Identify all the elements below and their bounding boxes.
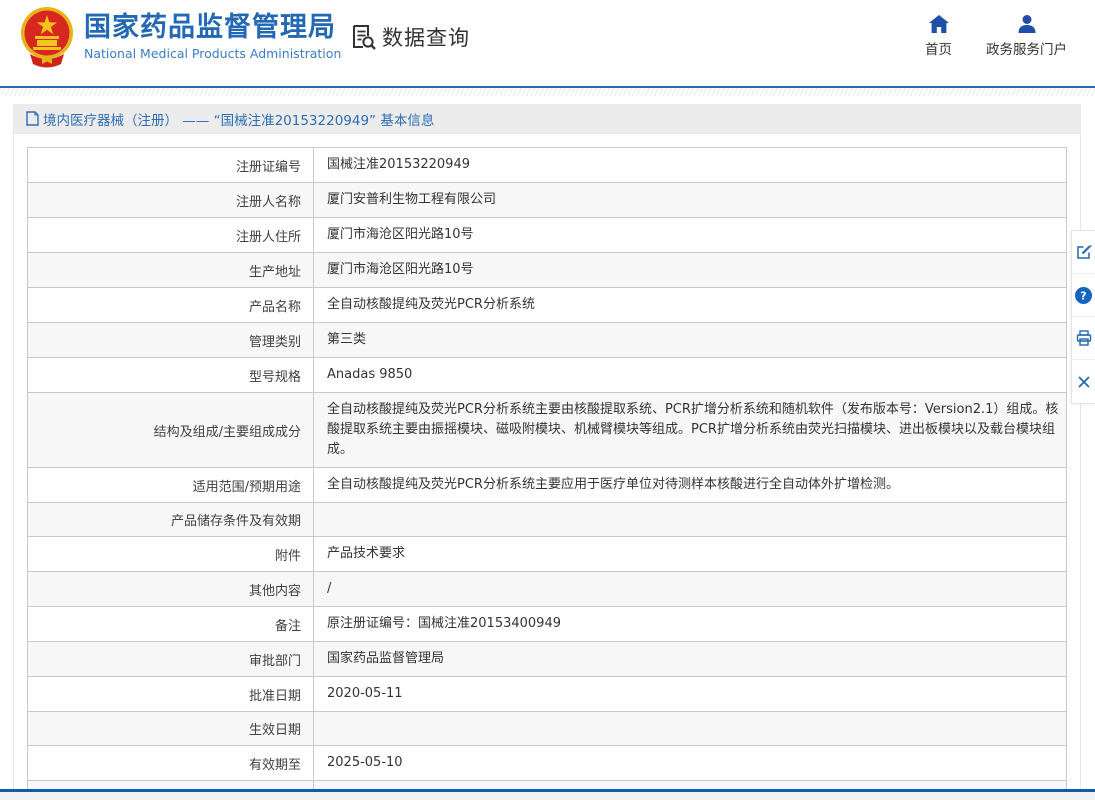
row-label: 备注 <box>28 607 314 642</box>
row-label: 注册人住所 <box>28 218 314 253</box>
row-label: 型号规格 <box>28 358 314 393</box>
row-value: 全自动核酸提纯及荧光PCR分析系统 <box>314 288 1067 323</box>
info-table-body: 注册证编号国械注准20153220949注册人名称厦门安普利生物工程有限公司注册… <box>28 148 1067 800</box>
row-value: Anadas 9850 <box>314 358 1067 393</box>
registration-info-table: 注册证编号国械注准20153220949注册人名称厦门安普利生物工程有限公司注册… <box>27 147 1067 800</box>
table-row: 注册证编号国械注准20153220949 <box>28 148 1067 183</box>
breadcrumb-text: 境内医疗器械（注册） —— “国械注准20153220949” 基本信息 <box>43 109 434 129</box>
table-row: 管理类别第三类 <box>28 323 1067 358</box>
brand-block: 国家药品监督管理局 National Medical Products Admi… <box>84 13 341 61</box>
table-row: 批准日期2020-05-11 <box>28 677 1067 712</box>
user-icon <box>1016 14 1038 34</box>
home-icon <box>928 14 950 34</box>
header-hatch-texture <box>0 88 1095 96</box>
row-label: 结构及组成/主要组成成分 <box>28 393 314 468</box>
row-label: 附件 <box>28 537 314 572</box>
row-value: 第三类 <box>314 323 1067 358</box>
row-label: 适用范围/预期用途 <box>28 468 314 503</box>
table-row: 生效日期 <box>28 712 1067 746</box>
row-label: 注册人名称 <box>28 183 314 218</box>
page-footer <box>0 789 1095 800</box>
table-row: 生产地址厦门市海沧区阳光路10号 <box>28 253 1067 288</box>
row-value: 产品技术要求 <box>314 537 1067 572</box>
data-query-label: 数据查询 <box>382 22 470 52</box>
row-value: 国家药品监督管理局 <box>314 642 1067 677</box>
row-label: 产品储存条件及有效期 <box>28 503 314 537</box>
row-value: 全自动核酸提纯及荧光PCR分析系统主要应用于医疗单位对待测样本核酸进行全自动体外… <box>314 468 1067 503</box>
table-row: 注册人名称厦门安普利生物工程有限公司 <box>28 183 1067 218</box>
table-row: 其他内容/ <box>28 572 1067 607</box>
row-value <box>314 503 1067 537</box>
row-value: / <box>314 572 1067 607</box>
row-value: 厦门市海沧区阳光路10号 <box>314 218 1067 253</box>
table-row: 型号规格Anadas 9850 <box>28 358 1067 393</box>
national-emblem-logo <box>20 6 74 68</box>
row-label: 其他内容 <box>28 572 314 607</box>
row-label: 产品名称 <box>28 288 314 323</box>
data-query-section[interactable]: 数据查询 <box>348 22 470 52</box>
registration-info-panel: 注册证编号国械注准20153220949注册人名称厦门安普利生物工程有限公司注册… <box>13 133 1081 800</box>
nav-portal-label: 政务服务门户 <box>986 38 1067 58</box>
row-value: 国械注准20153220949 <box>314 148 1067 183</box>
row-value: 全自动核酸提纯及荧光PCR分析系统主要由核酸提取系统、PCR扩增分析系统和随机软… <box>314 393 1067 468</box>
close-icon <box>1077 375 1091 389</box>
org-name-cn: 国家药品监督管理局 <box>84 13 341 43</box>
document-search-icon <box>348 22 378 52</box>
row-value <box>314 712 1067 746</box>
national-emblem-icon <box>20 6 74 68</box>
row-label: 批准日期 <box>28 677 314 712</box>
page-document-icon <box>26 111 39 126</box>
nav-portal[interactable]: 政务服务门户 <box>986 14 1067 58</box>
floating-toolbar: ? <box>1071 230 1095 404</box>
svg-text:?: ? <box>1080 289 1086 302</box>
table-row: 备注原注册证编号：国械注准20153400949 <box>28 607 1067 642</box>
table-row: 结构及组成/主要组成成分全自动核酸提纯及荧光PCR分析系统主要由核酸提取系统、P… <box>28 393 1067 468</box>
table-row: 附件产品技术要求 <box>28 537 1067 572</box>
row-value: 厦门市海沧区阳光路10号 <box>314 253 1067 288</box>
breadcrumb: 境内医疗器械（注册） —— “国械注准20153220949” 基本信息 <box>13 104 1081 133</box>
nav-home[interactable]: 首页 <box>925 14 952 58</box>
table-row: 审批部门国家药品监督管理局 <box>28 642 1067 677</box>
footer-gray-strip <box>0 792 1095 800</box>
nav-home-label: 首页 <box>925 38 952 58</box>
row-value: 厦门安普利生物工程有限公司 <box>314 183 1067 218</box>
print-button[interactable] <box>1072 317 1095 360</box>
row-value: 2025-05-10 <box>314 746 1067 781</box>
help-button[interactable]: ? <box>1072 274 1095 317</box>
table-row: 产品储存条件及有效期 <box>28 503 1067 537</box>
row-label: 有效期至 <box>28 746 314 781</box>
row-label: 生产地址 <box>28 253 314 288</box>
org-name-en: National Medical Products Administration <box>84 46 341 61</box>
row-label: 审批部门 <box>28 642 314 677</box>
close-button[interactable] <box>1072 360 1095 403</box>
edit-button[interactable] <box>1072 231 1095 274</box>
page-header: 国家药品监督管理局 National Medical Products Admi… <box>0 0 1095 86</box>
header-nav: 首页 政务服务门户 <box>925 14 1067 58</box>
row-label: 生效日期 <box>28 712 314 746</box>
row-value: 2020-05-11 <box>314 677 1067 712</box>
print-icon <box>1076 330 1092 346</box>
row-value: 原注册证编号：国械注准20153400949 <box>314 607 1067 642</box>
table-row: 产品名称全自动核酸提纯及荧光PCR分析系统 <box>28 288 1067 323</box>
page-body: 境内医疗器械（注册） —— “国械注准20153220949” 基本信息 注册证… <box>13 104 1081 800</box>
help-icon: ? <box>1075 287 1092 304</box>
row-label: 管理类别 <box>28 323 314 358</box>
table-row: 注册人住所厦门市海沧区阳光路10号 <box>28 218 1067 253</box>
row-label: 注册证编号 <box>28 148 314 183</box>
table-row: 有效期至2025-05-10 <box>28 746 1067 781</box>
edit-icon <box>1076 244 1092 260</box>
table-row: 适用范围/预期用途全自动核酸提纯及荧光PCR分析系统主要应用于医疗单位对待测样本… <box>28 468 1067 503</box>
